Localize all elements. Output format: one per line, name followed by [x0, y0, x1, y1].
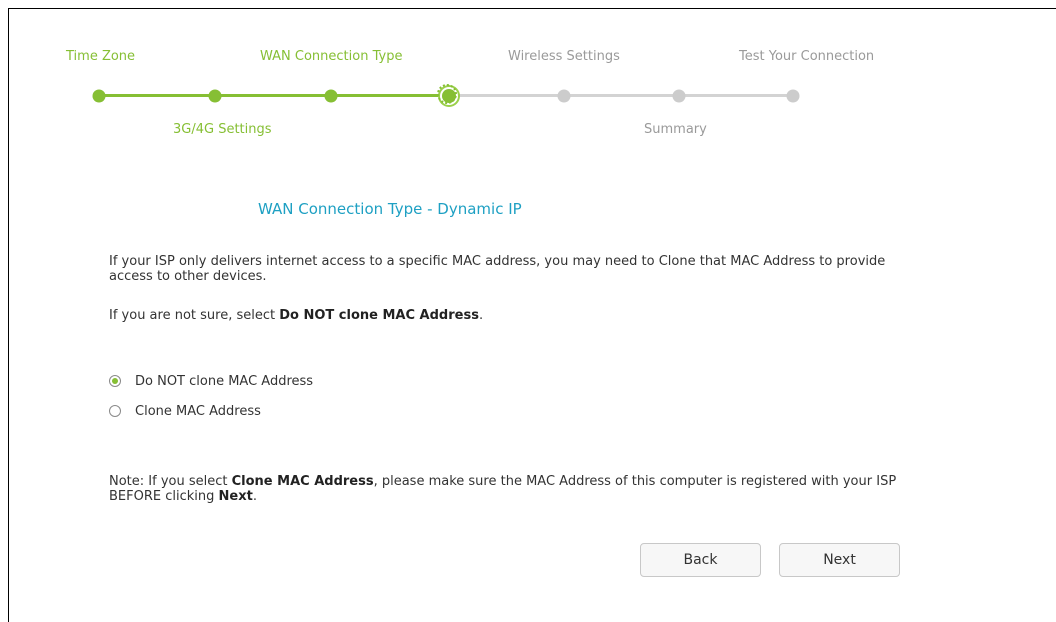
- note-bold-clone: Clone MAC Address: [231, 474, 374, 489]
- next-button[interactable]: Next: [779, 543, 900, 577]
- step-label-summary: Summary: [644, 122, 707, 137]
- progress-dot-2: [208, 89, 222, 103]
- radio-label-do-not-clone: Do NOT clone MAC Address: [135, 373, 314, 389]
- radio-button-checked[interactable]: [109, 375, 121, 387]
- note-bold-next: Next: [218, 489, 253, 504]
- hint-prefix: If you are not sure, select: [109, 308, 280, 323]
- note-prefix: Note: If you select: [109, 474, 232, 489]
- progress-dot-current: [437, 84, 457, 104]
- hint-suffix: .: [478, 308, 484, 323]
- step-label-test-connection: Test Your Connection: [739, 49, 875, 64]
- progress-dot-1: [92, 89, 106, 103]
- note-suffix: .: [252, 489, 257, 504]
- progress-dot-6: [672, 89, 686, 103]
- back-button[interactable]: Back: [640, 543, 761, 577]
- progress-dot-7: [786, 89, 800, 103]
- progress-dot-3: [324, 89, 338, 103]
- page-title: WAN Connection Type - Dynamic IP: [258, 200, 522, 218]
- hint-text: If you are not sure, select Do NOT clone…: [109, 308, 909, 323]
- progress-track-remaining: [449, 94, 793, 97]
- progress-dot-5: [557, 89, 571, 103]
- radio-label-clone-mac: Clone MAC Address: [135, 403, 261, 419]
- radio-clone-mac[interactable]: Clone MAC Address: [109, 402, 261, 420]
- step-label-wan-connection-type: WAN Connection Type: [260, 49, 403, 64]
- info-text: If your ISP only delivers internet acces…: [109, 254, 886, 284]
- hint-bold: Do NOT clone MAC Address: [279, 308, 479, 323]
- radio-do-not-clone[interactable]: Do NOT clone MAC Address: [109, 372, 313, 390]
- note-text: Note: If you select Clone MAC Address, p…: [109, 474, 899, 504]
- step-label-wireless-settings: Wireless Settings: [508, 49, 620, 64]
- radio-button-unchecked[interactable]: [109, 405, 121, 417]
- step-label-3g4g-settings: 3G/4G Settings: [173, 122, 272, 137]
- step-label-time-zone: Time Zone: [66, 49, 136, 64]
- progress-track-complete: [99, 94, 449, 97]
